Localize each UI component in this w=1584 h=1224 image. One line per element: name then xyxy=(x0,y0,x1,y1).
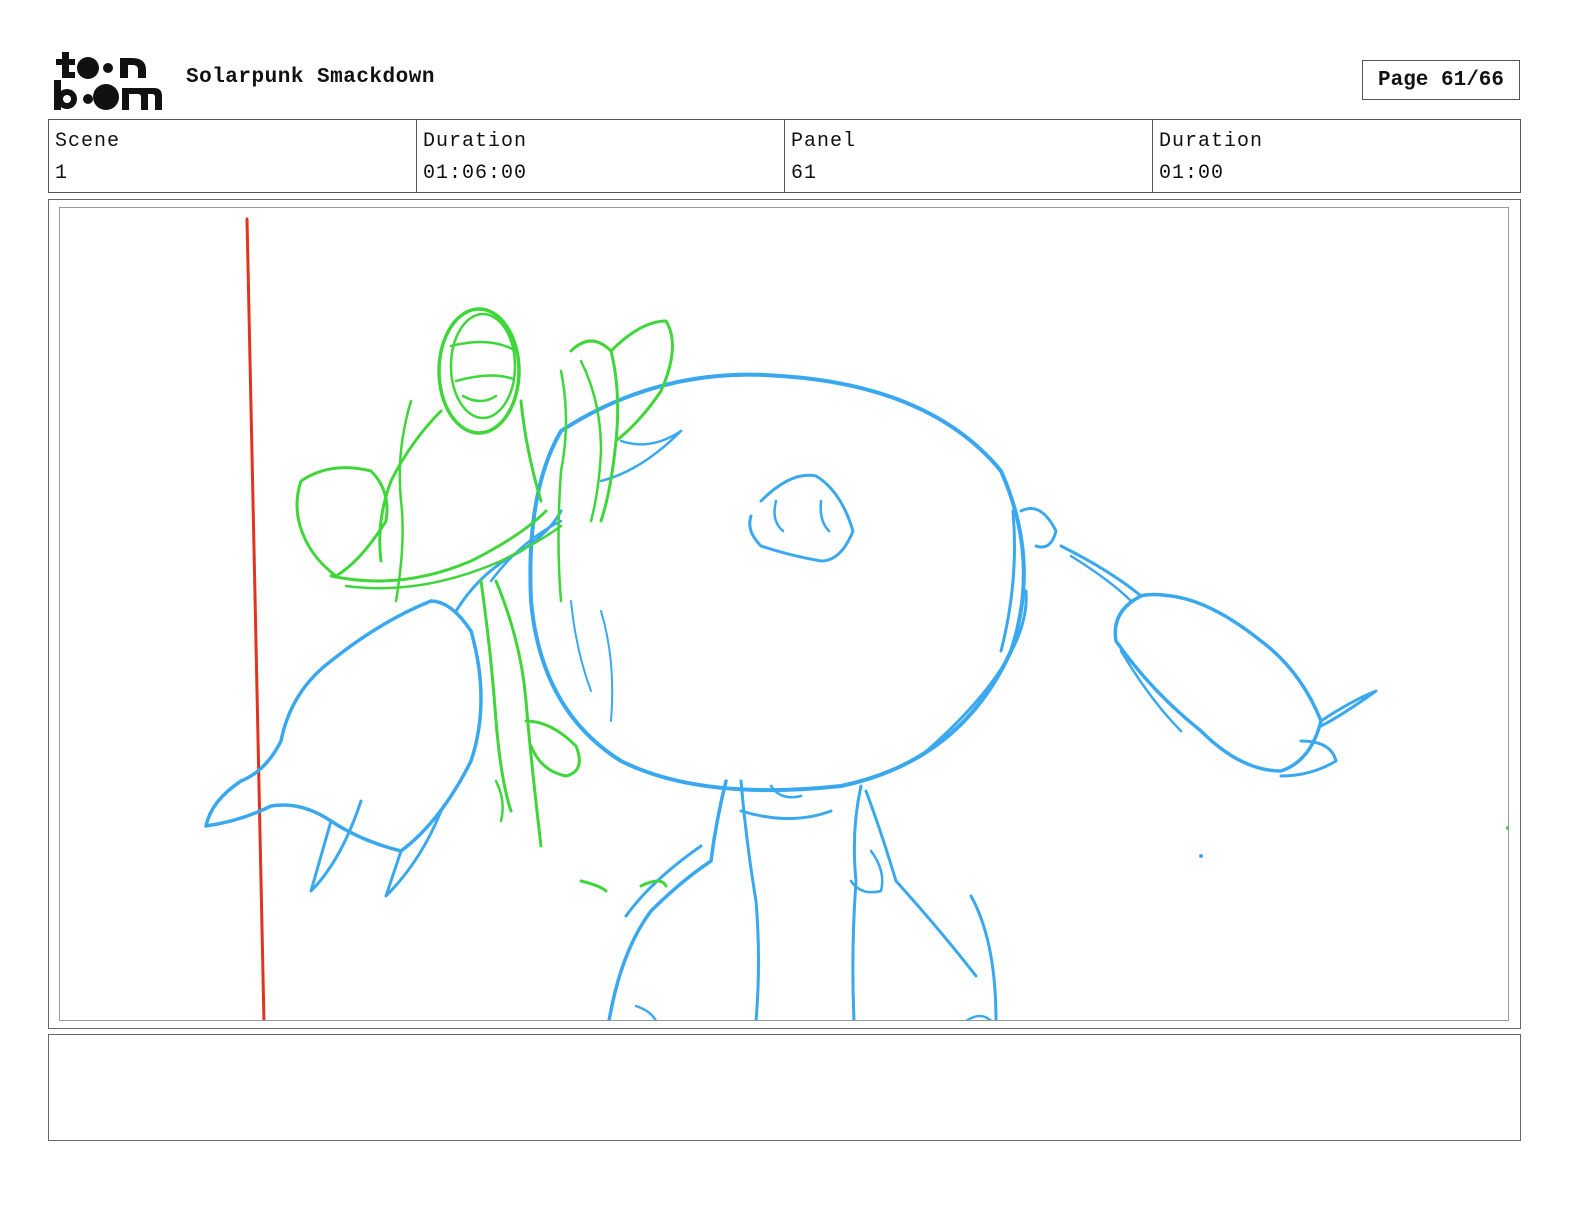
scene-value: 1 xyxy=(55,162,69,185)
scene-label: Scene xyxy=(55,130,121,153)
project-title: Solarpunk Smackdown xyxy=(186,66,435,89)
blue-robot-sketch xyxy=(204,372,1378,1020)
panel-label: Panel xyxy=(791,130,857,153)
scene-duration-cell: Duration 01:06:00 xyxy=(417,120,785,192)
scene-duration-label: Duration xyxy=(423,130,528,153)
panel-info-table: Scene 1 Duration 01:06:00 Panel 61 Durat… xyxy=(48,119,1521,193)
panel-cell: Panel 61 xyxy=(785,120,1153,192)
panel-image xyxy=(59,207,1509,1021)
panel-duration-cell: Duration 01:00 xyxy=(1153,120,1520,192)
red-guide-line xyxy=(245,217,266,1020)
scene-duration-value: 01:06:00 xyxy=(423,162,528,185)
dialogue-notes-box xyxy=(48,1034,1521,1141)
scene-cell: Scene 1 xyxy=(49,120,417,192)
storyboard-sketch xyxy=(204,217,1508,1020)
panel-value: 61 xyxy=(791,162,818,185)
panel-duration-value: 01:00 xyxy=(1159,162,1225,185)
green-rider-sketch xyxy=(295,307,1508,893)
panel-duration-label: Duration xyxy=(1159,130,1264,153)
toon-boom-logo xyxy=(52,50,164,112)
page-number: Page 61/66 xyxy=(1362,60,1520,100)
